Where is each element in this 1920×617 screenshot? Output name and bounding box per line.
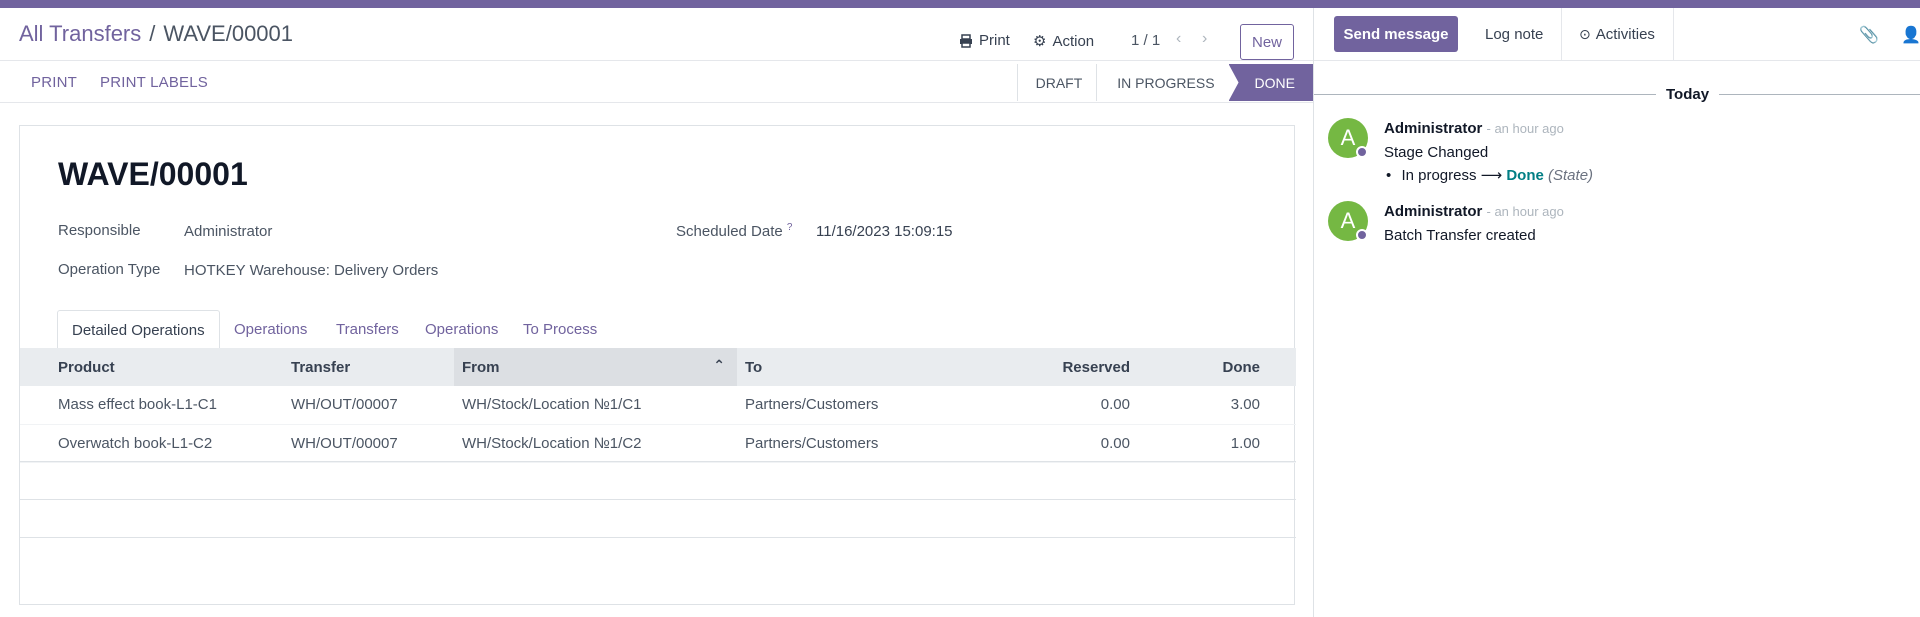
action-menu-button[interactable]: ⚙ Action bbox=[1033, 32, 1095, 51]
print-menu-button[interactable]: Print bbox=[959, 32, 1010, 49]
status-in-progress[interactable]: IN PROGRESS bbox=[1096, 64, 1228, 101]
responsible-field[interactable]: Administrator bbox=[184, 223, 272, 240]
cell-to: Partners/Customers bbox=[737, 386, 957, 425]
message-body: Batch Transfer created bbox=[1384, 227, 1536, 244]
cell-product: Mass effect book-L1-C1 bbox=[20, 386, 283, 425]
message-title: Stage Changed bbox=[1384, 144, 1489, 161]
author-name[interactable]: Administrator bbox=[1384, 120, 1482, 137]
message-author: Administrator - an hour ago bbox=[1384, 203, 1564, 220]
activities-button[interactable]: ⊙ Activities bbox=[1561, 8, 1674, 61]
author-name[interactable]: Administrator bbox=[1384, 203, 1482, 220]
control-panel: All Transfers / WAVE/00001 Print ⚙ Actio… bbox=[0, 8, 1313, 61]
responsible-label: Responsible bbox=[58, 222, 141, 239]
message-time: - an hour ago bbox=[1486, 121, 1564, 136]
column-done[interactable]: Done bbox=[1146, 348, 1296, 386]
cell-transfer: WH/OUT/00007 bbox=[283, 386, 454, 425]
chevron-right-icon[interactable]: › bbox=[1202, 30, 1207, 48]
notebook-tabs: Detailed Operations Operations Transfers… bbox=[20, 310, 1294, 350]
breadcrumb-separator: / bbox=[149, 21, 156, 46]
cell-reserved: 0.00 bbox=[957, 386, 1146, 425]
cell-done: 3.00 bbox=[1146, 386, 1296, 425]
form-sheet: WAVE/00001 Responsible Administrator Ope… bbox=[19, 125, 1296, 605]
button-bar: PRINT PRINT LABELS DRAFT IN PROGRESS DON… bbox=[0, 61, 1313, 103]
bullet-icon: • bbox=[1386, 167, 1392, 184]
table-row[interactable]: Mass effect book-L1-C1 WH/OUT/00007 WH/S… bbox=[20, 386, 1296, 425]
column-transfer[interactable]: Transfer bbox=[283, 348, 454, 386]
tracking-new-value: Done bbox=[1506, 167, 1544, 184]
print-labels-button[interactable]: PRINT LABELS bbox=[100, 74, 208, 91]
date-separator-label: Today bbox=[1656, 86, 1720, 103]
log-note-button[interactable]: Log note bbox=[1467, 8, 1563, 61]
print-menu-label: Print bbox=[979, 32, 1010, 49]
activities-label: Activities bbox=[1595, 26, 1655, 43]
status-done[interactable]: DONE bbox=[1228, 64, 1313, 101]
print-button[interactable]: PRINT bbox=[31, 74, 77, 91]
message-author: Administrator - an hour ago bbox=[1384, 120, 1564, 137]
cell-reserved: 0.00 bbox=[957, 424, 1146, 463]
tracking-field-name: (State) bbox=[1548, 167, 1594, 184]
scheduled-date-field[interactable]: 11/16/2023 15:09:15 bbox=[816, 223, 953, 240]
presence-status-icon bbox=[1356, 229, 1368, 241]
arrow-right-icon: ⟶ bbox=[1480, 167, 1503, 184]
column-from-label: From bbox=[462, 358, 500, 376]
scheduled-date-label-text: Scheduled Date bbox=[676, 223, 783, 240]
form-view: All Transfers / WAVE/00001 Print ⚙ Actio… bbox=[0, 8, 1314, 617]
tab-transfers[interactable]: Transfers bbox=[322, 310, 413, 349]
send-message-button[interactable]: Send message bbox=[1334, 16, 1458, 52]
cell-from: WH/Stock/Location №1/C1 bbox=[454, 386, 737, 425]
printer-icon bbox=[960, 33, 972, 48]
column-product[interactable]: Product bbox=[20, 348, 283, 386]
follower-icon[interactable]: 👤 bbox=[1901, 25, 1920, 45]
pager-value[interactable]: 1 / 1 bbox=[1131, 32, 1160, 49]
operation-type-field[interactable]: HOTKEY Warehouse: Delivery Orders bbox=[184, 262, 438, 279]
sort-ascending-icon: ⌃ bbox=[713, 357, 725, 373]
tab-to-process[interactable]: To Process bbox=[509, 310, 611, 349]
tab-operations[interactable]: Operations bbox=[220, 310, 321, 349]
record-title: WAVE/00001 bbox=[58, 156, 248, 192]
gear-icon: ⚙ bbox=[1033, 33, 1047, 50]
scheduled-date-label: Scheduled Date ? bbox=[676, 222, 792, 240]
chevron-left-icon[interactable]: ‹ bbox=[1176, 30, 1181, 48]
clock-icon: ⊙ bbox=[1579, 26, 1591, 42]
tracking-old-value: In progress bbox=[1401, 167, 1477, 184]
breadcrumb-parent-link[interactable]: All Transfers bbox=[19, 21, 141, 47]
breadcrumb: All Transfers / WAVE/00001 bbox=[19, 21, 293, 47]
empty-table-row bbox=[20, 461, 1296, 499]
paperclip-icon[interactable]: 📎 bbox=[1859, 25, 1879, 45]
date-separator-line bbox=[1314, 94, 1920, 95]
cell-done: 1.00 bbox=[1146, 424, 1296, 463]
status-draft[interactable]: DRAFT bbox=[1016, 64, 1097, 101]
column-to[interactable]: To bbox=[737, 348, 957, 386]
top-accent-bar bbox=[0, 0, 1920, 8]
new-button[interactable]: New bbox=[1240, 24, 1294, 60]
tab-operations-2[interactable]: Operations bbox=[411, 310, 512, 349]
table-row[interactable]: Overwatch book-L1-C2 WH/OUT/00007 WH/Sto… bbox=[20, 424, 1296, 463]
message-time: - an hour ago bbox=[1486, 204, 1564, 219]
empty-table-row bbox=[20, 499, 1296, 537]
operation-type-label: Operation Type bbox=[58, 261, 161, 278]
column-from[interactable]: From ⌃ bbox=[454, 348, 737, 386]
chatter-topbar: Send message Log note ⊙ Activities 📎 👤 bbox=[1314, 8, 1920, 61]
help-tooltip-icon[interactable]: ? bbox=[787, 222, 793, 233]
empty-table-row bbox=[20, 537, 1296, 575]
chatter-panel: Send message Log note ⊙ Activities 📎 👤 T… bbox=[1314, 8, 1920, 617]
breadcrumb-current: WAVE/00001 bbox=[163, 21, 294, 46]
cell-to: Partners/Customers bbox=[737, 424, 957, 463]
tracking-value: • In progress ⟶ Done (State) bbox=[1386, 166, 1594, 184]
column-reserved[interactable]: Reserved bbox=[957, 348, 1146, 386]
tab-detailed-operations[interactable]: Detailed Operations bbox=[57, 310, 220, 350]
action-menu-label: Action bbox=[1052, 32, 1095, 50]
detailed-operations-table: Product Transfer From ⌃ To Reserved Done… bbox=[20, 348, 1296, 463]
cell-from: WH/Stock/Location №1/C2 bbox=[454, 424, 737, 463]
cell-transfer: WH/OUT/00007 bbox=[283, 424, 454, 463]
presence-status-icon bbox=[1356, 146, 1368, 158]
cell-product: Overwatch book-L1-C2 bbox=[20, 424, 283, 463]
status-bar: DRAFT IN PROGRESS DONE bbox=[1016, 64, 1313, 101]
table-header-row: Product Transfer From ⌃ To Reserved Done bbox=[20, 348, 1296, 386]
